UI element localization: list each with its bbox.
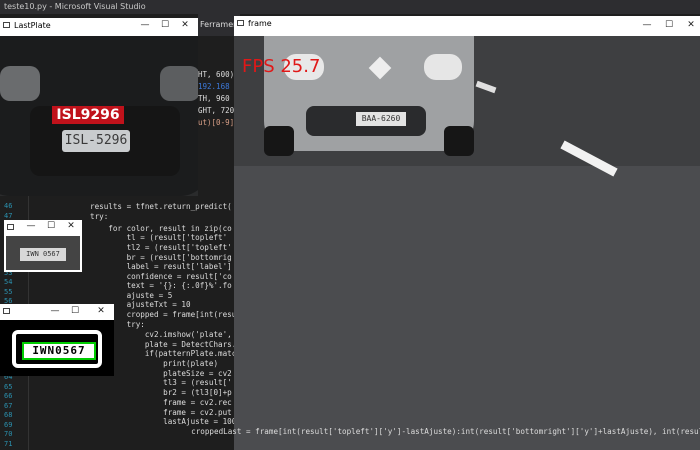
app-window-icon: [237, 20, 244, 26]
window-title: LastPlate: [14, 21, 51, 30]
vs-title: teste10.py - Microsoft Visual Studio: [4, 2, 146, 11]
lastplate-window: LastPlate — ☐ ✕ ISL-5296 ISL9296: [0, 18, 198, 196]
line-number: 70: [4, 430, 13, 438]
code-line: results = tfnet.return_predict(: [90, 202, 232, 211]
line-number: 68: [4, 411, 13, 419]
car-headlight: [160, 66, 198, 101]
code-line: br = (result['bottomrig: [90, 253, 232, 262]
maximize-icon[interactable]: ☐: [44, 221, 58, 231]
line-number: 47: [4, 211, 13, 220]
app-window-icon: [7, 224, 14, 230]
code-line: for color, result in zip(co: [90, 224, 232, 233]
code-fragment-line: ut)[0-9]: [198, 118, 235, 127]
recognized-plate-label: ISL9296: [52, 106, 124, 124]
code-fragment-line: TH, 960: [198, 94, 230, 103]
code-line: confidence = result['co: [90, 272, 232, 281]
plate-crop-image: IWN 0567: [6, 236, 80, 270]
minimize-icon[interactable]: —: [138, 20, 152, 30]
app-window-icon: [3, 22, 10, 28]
code-line: label = result['label']: [90, 262, 232, 271]
minimize-icon[interactable]: —: [640, 20, 654, 30]
maximize-icon[interactable]: ☐: [68, 306, 82, 316]
line-number: 71: [4, 439, 13, 448]
chars-threshold-image: IWN0567: [0, 320, 114, 376]
close-icon[interactable]: ✕: [64, 221, 78, 231]
window-title: frame: [248, 19, 272, 28]
code-line: br2 = (tl3[0]+p: [90, 388, 232, 397]
code-line: lastAjuste = 100: [90, 417, 237, 426]
code-fragment-line: HT, 600): [198, 70, 235, 79]
road-background: [234, 166, 700, 450]
line-number: 69: [4, 420, 13, 429]
code-line: frame = cv2.rec: [90, 398, 232, 407]
segmented-chars: IWN0567: [22, 342, 96, 360]
car-wheel: [444, 126, 474, 156]
cropped-plate: IWN 0567: [20, 248, 66, 261]
plate-title-bar[interactable]: — ☐ ✕: [4, 220, 82, 234]
line-number: 67: [4, 401, 13, 410]
code-line: ajuste = 5: [90, 291, 173, 300]
plate-window: — ☐ ✕ IWN 0567: [4, 220, 82, 272]
vs-title-bar: teste10.py - Microsoft Visual Studio: [0, 0, 700, 14]
close-icon[interactable]: ✕: [94, 306, 108, 316]
code-line: tl = (result['topleft': [90, 233, 228, 242]
code-line: tl3 = (result[': [90, 378, 232, 387]
line-number: 55: [4, 287, 13, 296]
code-line: text = '{}: {:.0f}%'.fo: [90, 281, 232, 290]
chars-window: — ☐ ✕ IWN0567: [0, 304, 114, 376]
minimize-icon[interactable]: —: [24, 221, 38, 231]
code-fragment-line: GHT, 720: [198, 106, 235, 115]
maximize-icon[interactable]: ☐: [662, 20, 676, 30]
chars-title-bar[interactable]: — ☐ ✕: [0, 304, 114, 320]
line-number: 65: [4, 382, 13, 391]
code-fragment-line: 192.168: [198, 82, 230, 91]
video-frame: BAA-6260 FPS 25.7: [234, 36, 700, 450]
maximize-icon[interactable]: ☐: [158, 20, 172, 30]
line-number: 66: [4, 392, 13, 400]
lastplate-image: ISL-5296 ISL9296: [0, 36, 198, 196]
close-icon[interactable]: ✕: [178, 20, 192, 30]
lastplate-title-bar[interactable]: LastPlate — ☐ ✕: [0, 18, 198, 36]
car-license-plate: BAA-6260: [356, 112, 406, 126]
code-line: croppedLast = frame[int(result['topleft'…: [118, 427, 700, 436]
line-number: 54: [4, 278, 13, 286]
car-headlight: [424, 54, 462, 80]
code-fragment-right: HT, 600) 192.168 TH, 960 GHT, 720 ut)[0-…: [196, 70, 236, 150]
minimize-icon[interactable]: —: [48, 306, 62, 316]
line-number: 46: [4, 202, 13, 210]
frame-window: frame — ☐ ✕ BAA-6260 FPS 25.7: [234, 16, 700, 450]
frame-title-bar[interactable]: frame — ☐ ✕: [234, 16, 700, 36]
car-headlight: [0, 66, 40, 101]
car-license-plate: ISL-5296: [62, 130, 130, 152]
app-window-icon: [3, 308, 10, 314]
code-line: try:: [90, 212, 109, 221]
close-icon[interactable]: ✕: [684, 20, 698, 30]
code-line: tl2 = (result['topleft': [90, 243, 232, 252]
fps-counter: FPS 25.7: [242, 56, 321, 77]
car-wheel: [264, 126, 294, 156]
code-line: frame = cv2.put: [90, 408, 232, 417]
